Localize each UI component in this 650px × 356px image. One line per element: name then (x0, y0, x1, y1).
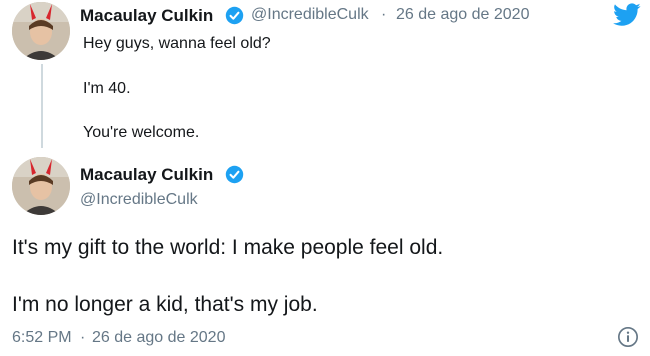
main-author-avatar[interactable] (12, 157, 70, 215)
twitter-bird-icon[interactable] (613, 3, 641, 27)
thread-connector-line (41, 64, 43, 148)
reply-text-line-2: I'm 40. (83, 80, 131, 97)
verified-badge-icon (225, 6, 244, 25)
verified-badge-icon (225, 165, 244, 184)
main-author-name[interactable]: Macaulay Culkin (80, 165, 213, 185)
main-meta-separator: · (80, 329, 86, 346)
reply-author-name[interactable]: Macaulay Culkin (80, 6, 213, 26)
reply-date[interactable]: 26 de ago de 2020 (396, 6, 529, 24)
reply-text-line-1: Hey guys, wanna feel old? (83, 35, 271, 52)
main-timestamp[interactable]: 6:52 PM (12, 329, 72, 347)
main-author-handle[interactable]: @IncredibleCulk (80, 191, 198, 209)
main-text-line-1: It's my gift to the world: I make people… (12, 236, 444, 259)
reply-meta-separator: · (381, 6, 387, 23)
reply-author-handle[interactable]: @IncredibleCulk (251, 6, 369, 24)
reply-text-line-3: You're welcome. (83, 124, 200, 141)
main-date[interactable]: 26 de ago de 2020 (92, 329, 225, 347)
main-text-line-2: I'm no longer a kid, that's my job. (12, 293, 318, 316)
reply-author-avatar[interactable] (12, 2, 70, 60)
info-icon[interactable] (617, 326, 639, 348)
